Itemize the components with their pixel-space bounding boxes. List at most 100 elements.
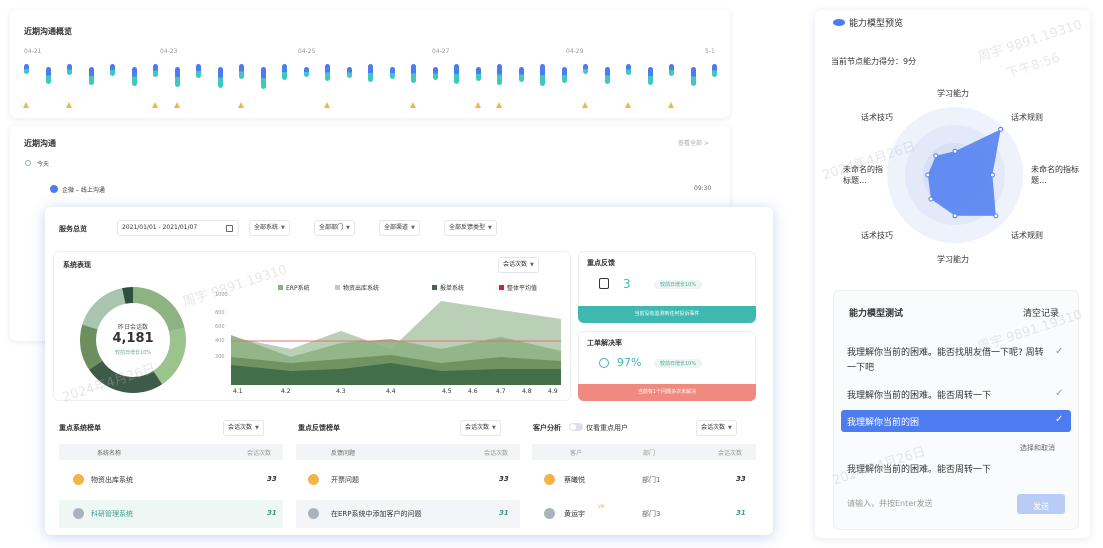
- warning-icon: [173, 102, 180, 108]
- system-perf-title: 系统表现: [63, 261, 91, 269]
- cust-col1: 客户: [570, 450, 583, 457]
- today-label: 今天: [37, 161, 50, 168]
- warning-icon: [474, 102, 481, 108]
- select-cancel-link[interactable]: 选择和取消: [1020, 443, 1055, 453]
- recent-item-text[interactable]: 企微 – 线上沟通: [62, 185, 105, 194]
- legend-swatch-report: [432, 285, 437, 290]
- send-button[interactable]: 发送: [1017, 494, 1065, 514]
- toggle-knob: [570, 424, 576, 430]
- sys-rank-count: 33: [267, 475, 277, 483]
- timeline-pill: [153, 64, 158, 77]
- cust-dropdown-value: 会话次数: [701, 424, 726, 431]
- x-tick: 4.7: [496, 388, 506, 395]
- timeline-pill: [712, 64, 717, 77]
- timeline-pill: [303, 67, 309, 77]
- key-feedback-title: 重点反馈: [587, 259, 615, 267]
- chevron-down-icon: ▼: [530, 262, 534, 268]
- system-perf-dropdown[interactable]: 会话次数 ▼: [498, 257, 539, 273]
- timeline-pill: [346, 67, 352, 78]
- table-row[interactable]: 在ERP系统中添加客户的问题 31: [296, 500, 520, 528]
- cust-dept: 部门3: [642, 510, 661, 518]
- table-row[interactable]: 开票问题 33: [296, 466, 520, 494]
- chevron-down-icon: ▼: [488, 225, 492, 231]
- vip-toggle[interactable]: [569, 423, 583, 431]
- x-tick: 4.5: [442, 388, 452, 395]
- warning-icon: [582, 102, 588, 108]
- silver-medal-icon: [73, 508, 84, 519]
- channel-filter[interactable]: 全部渠道 ▼: [379, 220, 420, 236]
- timeline-pill: [174, 67, 180, 87]
- legend-avg: 整体平均值: [507, 285, 538, 292]
- table-row[interactable]: 黄运宇 VIP 部门3 31: [532, 500, 756, 528]
- sys-rank-dropdown-value: 会话次数: [228, 424, 253, 431]
- cust-count: 33: [736, 475, 746, 483]
- timeline-pill: [497, 64, 502, 85]
- sys-rank-dropdown[interactable]: 会话次数 ▼: [223, 420, 264, 436]
- sys-rank-name: 科研管理系统: [91, 510, 133, 518]
- date-range-picker[interactable]: 2021/01/01 - 2021/01/07: [117, 220, 239, 236]
- table-row[interactable]: 科研管理系统 31: [59, 500, 283, 528]
- vip-tag: VIP: [598, 504, 605, 509]
- timeline-pill: [368, 64, 373, 82]
- chevron-down-icon: ▼: [281, 225, 285, 231]
- area-chart: [231, 301, 561, 385]
- test-title: 能力模型测试: [849, 309, 904, 319]
- view-all-link[interactable]: 查看全部 >: [678, 138, 709, 147]
- resolution-badge: 较前日增长10%: [654, 359, 703, 368]
- dept-filter[interactable]: 全部部门 ▼: [314, 220, 355, 236]
- y-tick: 800: [215, 310, 225, 316]
- key-feedback-bar: 当前没有监测到任何投诉事件: [578, 306, 756, 323]
- y-tick: 400: [215, 338, 225, 344]
- message-input-placeholder: 请输入，并按Enter发送: [847, 499, 933, 508]
- system-filter[interactable]: 全部系统 ▼: [249, 220, 290, 236]
- sys-rank-col1: 系统名称: [97, 450, 122, 457]
- timeline-pill: [67, 64, 72, 75]
- donut-label: 昨日会话数: [118, 324, 149, 331]
- gold-medal-icon: [544, 474, 555, 485]
- table-row[interactable]: 蔡曦悦 部门1 33: [532, 466, 756, 494]
- timeline-pill: [217, 67, 223, 88]
- fb-rank-count: 31: [499, 509, 509, 517]
- feedback-type-filter[interactable]: 全部反馈类型 ▼: [444, 220, 497, 236]
- ability-score: 当前节点能力得分：9分: [831, 57, 917, 66]
- timeline-date: 04-25: [298, 48, 316, 55]
- radar-label: 话术规则: [1011, 113, 1043, 122]
- fb-rank-dropdown-value: 会话次数: [465, 424, 490, 431]
- legend-swatch-erp: [278, 285, 283, 290]
- x-tick: 4.1: [233, 388, 243, 395]
- radar-point: [993, 213, 999, 219]
- today-dot: [25, 160, 31, 166]
- donut-sub: 较前日增长10%: [114, 350, 152, 356]
- check-icon: ✓: [1055, 388, 1064, 399]
- radar-point: [933, 153, 939, 159]
- fb-rank-count: 33: [499, 475, 509, 483]
- check-icon: ✓: [1055, 346, 1064, 357]
- fb-rank-name: 开票问题: [331, 476, 359, 484]
- chevron-down-icon: ▼: [255, 425, 259, 431]
- radar-label: 学习能力: [937, 89, 969, 98]
- silver-medal-icon: [308, 508, 319, 519]
- timeline-pill: [432, 67, 438, 80]
- donut-value: 4,181: [112, 331, 154, 346]
- fb-rank-dropdown[interactable]: 会话次数 ▼: [460, 420, 501, 436]
- dept-filter-value: 全部部门: [319, 224, 344, 231]
- timeline-pill: [389, 67, 395, 79]
- warning-icon: [625, 102, 631, 108]
- recent-item-time: 09:30: [694, 185, 712, 192]
- radar-point: [998, 126, 1004, 132]
- system-filter-value: 全部系统: [254, 224, 279, 231]
- warning-icon: [324, 102, 330, 108]
- timeline-date: 04-27: [432, 48, 450, 55]
- cust-dropdown[interactable]: 会话次数 ▼: [696, 420, 737, 436]
- test-message[interactable]: 我理解你当前的困难。能否找朋友借一下呢? 周转一下吧: [847, 346, 1047, 376]
- radar-label: 话术规则: [1011, 231, 1043, 240]
- timeline-pill: [196, 64, 201, 78]
- selected-message[interactable]: 我理解你当前的困 ✓: [841, 410, 1071, 432]
- radar-point: [952, 213, 958, 219]
- test-message[interactable]: 我理解你当前的困难。能否周转一下: [847, 388, 991, 401]
- fb-rank-col1: 反馈问题: [331, 450, 356, 457]
- timeline-pill: [647, 67, 653, 85]
- table-row[interactable]: 物资出库系统 33: [59, 466, 283, 494]
- message-input[interactable]: 请输入，并按Enter发送: [841, 492, 1011, 514]
- x-tick: 4.2: [281, 388, 291, 395]
